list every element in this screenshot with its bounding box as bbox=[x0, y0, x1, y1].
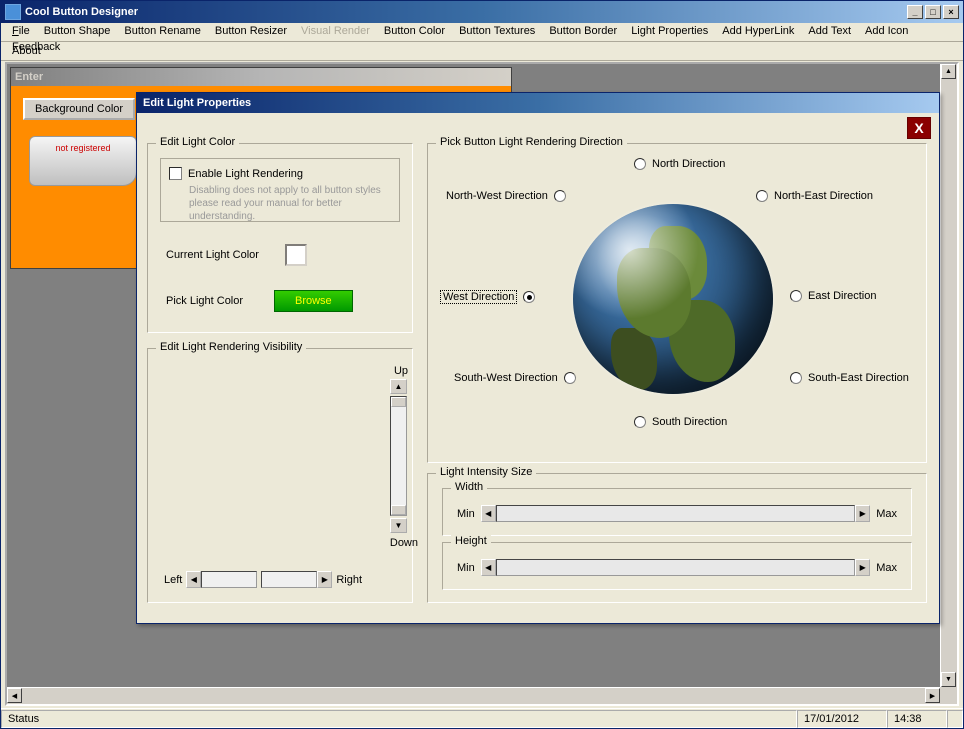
southeast-direction-label: South-East Direction bbox=[808, 372, 909, 384]
group-height: Min ◀ ▶ Max bbox=[442, 542, 912, 590]
horizontal-visibility-slider-right[interactable]: ▶ bbox=[261, 571, 332, 588]
menu-visual-render[interactable]: Visual Render bbox=[294, 23, 377, 39]
southwest-direction-label: South-West Direction bbox=[454, 372, 558, 384]
enable-hint-text: Disabling does not apply to all button s… bbox=[189, 184, 391, 223]
horizontal-visibility-slider-left[interactable]: ◀ bbox=[186, 571, 257, 588]
vertical-visibility-slider[interactable]: ▲ ▼ bbox=[390, 379, 407, 533]
width-min-label: Min bbox=[457, 508, 475, 520]
group-edit-light-color: Enable Light Rendering Disabling does no… bbox=[147, 143, 413, 333]
child-title: Enter bbox=[15, 71, 43, 83]
status-text: Status bbox=[1, 710, 797, 728]
window-title: Cool Button Designer bbox=[25, 6, 907, 18]
menu-button-textures[interactable]: Button Textures bbox=[452, 23, 542, 39]
up-label: Up bbox=[394, 365, 408, 377]
resize-grip-icon[interactable] bbox=[947, 710, 963, 728]
dialog-close-button[interactable]: X bbox=[907, 117, 931, 139]
menu-add-icon[interactable]: Add Icon bbox=[858, 23, 915, 39]
scrollbar-corner bbox=[940, 687, 957, 704]
width-max-label: Max bbox=[876, 508, 897, 520]
menu-button-color[interactable]: Button Color bbox=[377, 23, 452, 39]
enable-light-rendering-checkbox[interactable] bbox=[169, 167, 182, 180]
south-direction-label: South Direction bbox=[652, 416, 727, 428]
menu-button-shape[interactable]: Button Shape bbox=[37, 23, 118, 39]
height-left-arrow-icon[interactable]: ◀ bbox=[481, 559, 496, 576]
width-left-arrow-icon[interactable]: ◀ bbox=[481, 505, 496, 522]
scroll-right-icon[interactable]: ▶ bbox=[925, 688, 940, 703]
right-label: Right bbox=[336, 574, 362, 586]
maximize-button[interactable]: □ bbox=[925, 5, 941, 19]
width-right-arrow-icon[interactable]: ▶ bbox=[855, 505, 870, 522]
close-button[interactable]: × bbox=[943, 5, 959, 19]
northeast-direction-radio[interactable] bbox=[756, 190, 768, 202]
menubar-row2: About bbox=[1, 42, 963, 61]
enable-light-rendering-label: Enable Light Rendering bbox=[188, 168, 303, 180]
northeast-direction-label: North-East Direction bbox=[774, 190, 873, 202]
west-direction-label: West Direction bbox=[440, 290, 517, 304]
northwest-direction-label: North-West Direction bbox=[446, 190, 548, 202]
menu-add-text[interactable]: Add Text bbox=[801, 23, 858, 39]
group-light-direction: North Direction North-West Direction Nor… bbox=[427, 143, 927, 463]
current-light-color-label: Current Light Color bbox=[166, 249, 259, 261]
slider-up-arrow-icon[interactable]: ▲ bbox=[390, 379, 407, 394]
left-label: Left bbox=[164, 574, 182, 586]
southwest-direction-radio[interactable] bbox=[564, 372, 576, 384]
browse-color-button[interactable]: Browse bbox=[274, 290, 353, 312]
status-time: 14:38 bbox=[887, 710, 947, 728]
slider-down-arrow-icon[interactable]: ▼ bbox=[390, 518, 407, 533]
main-window: Cool Button Designer _ □ × File Button S… bbox=[0, 0, 964, 729]
menubar: File Button Shape Button Rename Button R… bbox=[1, 23, 963, 42]
width-slider[interactable]: ◀ ▶ bbox=[481, 505, 870, 522]
group-width: Min ◀ ▶ Max bbox=[442, 488, 912, 536]
not-registered-label: not registered bbox=[55, 143, 110, 153]
dialog-titlebar[interactable]: Edit Light Properties bbox=[137, 93, 939, 113]
titlebar[interactable]: Cool Button Designer _ □ × bbox=[1, 1, 963, 23]
north-direction-radio[interactable] bbox=[634, 158, 646, 170]
height-min-label: Min bbox=[457, 562, 475, 574]
background-color-button[interactable]: Background Color bbox=[23, 98, 135, 120]
pick-light-color-label: Pick Light Color bbox=[166, 295, 262, 307]
slider-left-arrow-icon[interactable]: ◀ bbox=[186, 571, 201, 588]
minimize-button[interactable]: _ bbox=[907, 5, 923, 19]
west-direction-radio[interactable] bbox=[523, 291, 535, 303]
north-direction-label: North Direction bbox=[652, 158, 725, 170]
vertical-scrollbar[interactable]: ▲ ▼ bbox=[940, 64, 957, 687]
height-slider[interactable]: ◀ ▶ bbox=[481, 559, 870, 576]
current-light-color-swatch bbox=[285, 244, 307, 266]
horizontal-scrollbar[interactable]: ◀ ▶ bbox=[7, 687, 940, 704]
scroll-down-icon[interactable]: ▼ bbox=[941, 672, 956, 687]
southeast-direction-radio[interactable] bbox=[790, 372, 802, 384]
height-max-label: Max bbox=[876, 562, 897, 574]
menu-button-resizer[interactable]: Button Resizer bbox=[208, 23, 294, 39]
child-titlebar[interactable]: Enter bbox=[11, 68, 511, 86]
down-label: Down bbox=[390, 537, 418, 549]
menu-file[interactable]: File bbox=[5, 23, 37, 39]
group-rendering-visibility: Up ▲ ▼ Down Left ◀ ▶ bbox=[147, 348, 413, 603]
button-preview: not registered bbox=[29, 136, 137, 186]
enable-rendering-panel: Enable Light Rendering Disabling does no… bbox=[160, 158, 400, 222]
scroll-left-icon[interactable]: ◀ bbox=[7, 688, 22, 703]
northwest-direction-radio[interactable] bbox=[554, 190, 566, 202]
scroll-up-icon[interactable]: ▲ bbox=[941, 64, 956, 79]
menu-button-rename[interactable]: Button Rename bbox=[117, 23, 207, 39]
app-icon bbox=[5, 4, 21, 20]
globe-icon bbox=[573, 204, 773, 394]
edit-light-properties-dialog: Edit Light Properties X Enable Light Ren… bbox=[136, 92, 940, 624]
statusbar: Status 17/01/2012 14:38 bbox=[1, 708, 963, 728]
south-direction-radio[interactable] bbox=[634, 416, 646, 428]
group-light-intensity: Min ◀ ▶ Max Min ◀ ▶ bbox=[427, 473, 927, 603]
menu-about[interactable]: About bbox=[5, 43, 48, 59]
east-direction-radio[interactable] bbox=[790, 290, 802, 302]
menu-button-border[interactable]: Button Border bbox=[542, 23, 624, 39]
dialog-title: Edit Light Properties bbox=[143, 97, 251, 109]
menu-light-properties[interactable]: Light Properties bbox=[624, 23, 715, 39]
height-right-arrow-icon[interactable]: ▶ bbox=[855, 559, 870, 576]
east-direction-label: East Direction bbox=[808, 290, 876, 302]
status-date: 17/01/2012 bbox=[797, 710, 887, 728]
slider-right-arrow-icon[interactable]: ▶ bbox=[317, 571, 332, 588]
menu-add-hyperlink[interactable]: Add HyperLink bbox=[715, 23, 801, 39]
